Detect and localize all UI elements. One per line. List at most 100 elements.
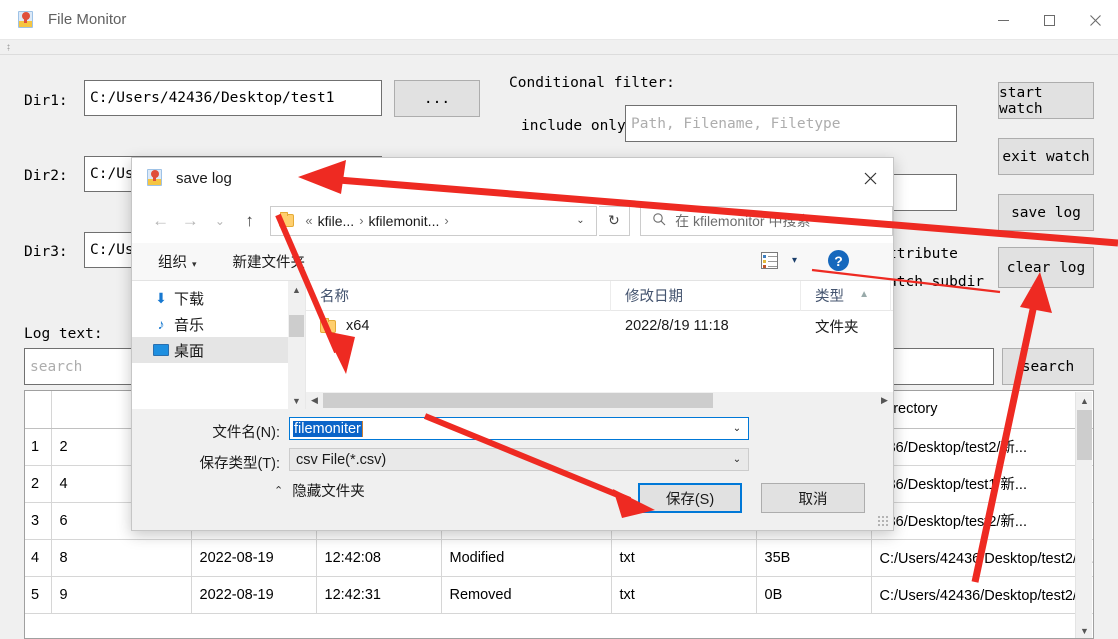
cell-directory: 436/Desktop/test2/新... bbox=[871, 428, 1093, 466]
dialog-fields: 文件名(N): filemoniter ⌄ 保存类型(T): csv File(… bbox=[132, 409, 893, 472]
breadcrumb-dropdown-icon[interactable]: ⌄ bbox=[570, 206, 592, 236]
organize-label: 组织 bbox=[158, 255, 187, 271]
toolbar-grip-icon bbox=[7, 44, 10, 51]
maximize-button[interactable] bbox=[1026, 0, 1072, 40]
hide-folders-toggle[interactable]: ⌃ 隐藏文件夹 bbox=[274, 480, 365, 501]
breadcrumb-item-2[interactable]: kfilemonit... bbox=[369, 213, 440, 229]
file-name-label: x64 bbox=[346, 318, 370, 334]
dir1-input[interactable]: C:/Users/42436/Desktop/test1 bbox=[84, 80, 382, 116]
folder-icon bbox=[320, 317, 336, 333]
log-text-label: Log text: bbox=[24, 326, 103, 342]
view-mode-selector[interactable]: ▾ bbox=[760, 252, 797, 269]
cell-type: txt bbox=[611, 576, 757, 614]
scroll-thumb[interactable] bbox=[323, 393, 713, 408]
sidebar-item-music[interactable]: ♪ 音乐 bbox=[132, 311, 305, 337]
cancel-button[interactable]: 取消 bbox=[761, 483, 865, 513]
include-only-input[interactable]: Path, Filename, Filetype bbox=[625, 105, 957, 142]
scroll-down-icon[interactable]: ▼ bbox=[288, 392, 305, 409]
dialog-search-input[interactable]: 在 kfilemonitor 中搜索 bbox=[640, 205, 894, 236]
sidebar-item-label: 桌面 bbox=[174, 342, 205, 360]
clear-log-button[interactable]: clear log bbox=[998, 247, 1094, 288]
resize-grip-icon[interactable] bbox=[877, 515, 889, 527]
exit-watch-button[interactable]: exit watch bbox=[998, 138, 1094, 175]
scroll-up-icon[interactable]: ▲ bbox=[288, 281, 305, 298]
table-corner bbox=[25, 391, 52, 429]
chevron-down-icon[interactable]: ⌄ bbox=[726, 418, 748, 439]
filetype-select[interactable]: csv File(*.csv) ⌄ bbox=[289, 448, 749, 471]
scroll-down-icon[interactable]: ▼ bbox=[1076, 622, 1093, 638]
dir1-label: Dir1: bbox=[24, 93, 68, 109]
search-button[interactable]: search bbox=[1002, 348, 1094, 385]
watch-subdir-checkbox-label: atch subdir bbox=[888, 274, 985, 290]
cell-directory: 436/Desktop/test2/新... bbox=[871, 502, 1093, 540]
folder-icon bbox=[279, 212, 295, 227]
chevron-down-icon[interactable]: ⌄ bbox=[726, 449, 748, 470]
filename-input[interactable]: filemoniter ⌄ bbox=[289, 417, 749, 440]
save-log-dialog: save log ← → ⌄ ↑ « kfile... › kfilemonit… bbox=[131, 157, 894, 531]
view-list-icon bbox=[760, 252, 778, 269]
cell-date: 2022-08-19 bbox=[191, 576, 317, 614]
cell-time: 12:42:31 bbox=[316, 576, 442, 614]
sort-ascending-icon: ▲ bbox=[859, 289, 869, 300]
table-row[interactable]: 5 9 2022-08-19 12:42:31 Removed txt 0B C… bbox=[25, 576, 1093, 614]
breadcrumb-item-1[interactable]: kfile... bbox=[318, 213, 355, 229]
chevron-down-icon[interactable]: ▾ bbox=[792, 255, 797, 266]
conditional-filter-label: Conditional filter: bbox=[509, 75, 675, 91]
sidebar-item-downloads[interactable]: ⬇ 下载 bbox=[132, 285, 305, 311]
row-number: 2 bbox=[25, 465, 52, 503]
forward-arrow-icon[interactable]: → bbox=[175, 206, 205, 236]
save-button[interactable]: 保存(S) bbox=[638, 483, 742, 513]
row-number: 1 bbox=[25, 428, 52, 466]
help-button[interactable]: ? bbox=[828, 250, 849, 271]
sidebar-item-desktop[interactable]: 桌面 bbox=[132, 337, 305, 363]
file-list-horizontal-scrollbar[interactable]: ◀ ▶ bbox=[306, 392, 893, 409]
col-name[interactable]: 名称 bbox=[306, 280, 611, 311]
cell-directory: C:/Users/42436/Desktop/test2/新 bbox=[871, 576, 1093, 614]
file-list: 名称 修改日期 类型 ▲ x64 2022/8/19 11:18 文件夹 ◀ ▶ bbox=[305, 280, 893, 409]
row-number: 3 bbox=[25, 502, 52, 540]
new-folder-button[interactable]: 新建文件夹 bbox=[233, 251, 306, 272]
cell-action: Removed bbox=[441, 576, 612, 614]
music-note-icon: ♪ bbox=[157, 316, 165, 332]
table-vertical-scrollbar[interactable]: ▲ ▼ bbox=[1075, 392, 1093, 638]
sidebar-scrollbar[interactable]: ▲ ▼ bbox=[288, 281, 305, 409]
dialog-title: save log bbox=[176, 169, 232, 187]
dir1-browse-button[interactable]: ... bbox=[394, 80, 480, 117]
dir2-label: Dir2: bbox=[24, 168, 68, 184]
recent-locations-icon[interactable]: ⌄ bbox=[205, 206, 235, 236]
minimize-button[interactable] bbox=[980, 0, 1026, 40]
col-directory[interactable]: Directory bbox=[871, 391, 1093, 429]
hide-folders-label: 隐藏文件夹 bbox=[292, 484, 365, 500]
dialog-sidebar: ⬇ 下载 ♪ 音乐 桌面 ▲ ▼ bbox=[132, 281, 305, 409]
close-button[interactable] bbox=[1072, 0, 1118, 40]
back-arrow-icon[interactable]: ← bbox=[146, 206, 176, 236]
dialog-navigation-bar: ← → ⌄ ↑ « kfile... › kfilemonit... › ⌄ ↻… bbox=[132, 198, 894, 243]
dialog-close-button[interactable] bbox=[847, 158, 893, 198]
refresh-icon[interactable]: ↻ bbox=[598, 205, 631, 236]
cell-type: txt bbox=[611, 539, 757, 577]
breadcrumb-bar[interactable]: « kfile... › kfilemonit... › ⌄ bbox=[270, 205, 597, 236]
scroll-right-icon[interactable]: ▶ bbox=[876, 392, 893, 409]
scroll-thumb[interactable] bbox=[1077, 410, 1092, 460]
scroll-thumb[interactable] bbox=[289, 315, 304, 337]
file-list-header: 名称 修改日期 类型 ▲ bbox=[306, 280, 893, 311]
row-number: 4 bbox=[25, 539, 52, 577]
organize-menu[interactable]: 组织 ▾ bbox=[158, 251, 197, 272]
dialog-command-bar: 组织 ▾ 新建文件夹 ▾ ? bbox=[132, 243, 893, 281]
chevron-up-icon: ⌃ bbox=[274, 485, 284, 497]
dialog-footer: ⌃ 隐藏文件夹 保存(S) 取消 bbox=[132, 472, 893, 530]
include-only-label: include only bbox=[521, 118, 626, 134]
col-modified-date[interactable]: 修改日期 bbox=[611, 280, 801, 311]
file-list-row[interactable]: x64 2022/8/19 11:18 文件夹 bbox=[306, 311, 893, 341]
scroll-up-icon[interactable]: ▲ bbox=[1076, 392, 1093, 409]
cell-size: 0B bbox=[756, 576, 872, 614]
start-watch-button[interactable]: start watch bbox=[998, 82, 1094, 119]
up-arrow-icon[interactable]: ↑ bbox=[235, 206, 265, 236]
file-monitor-icon bbox=[146, 169, 164, 187]
col-file-type[interactable]: 类型 bbox=[801, 280, 891, 311]
save-log-button[interactable]: save log bbox=[998, 194, 1094, 231]
file-monitor-window: File Monitor Dir1: C:/Users/42436/Deskto… bbox=[0, 0, 1118, 639]
table-row[interactable]: 4 8 2022-08-19 12:42:08 Modified txt 35B… bbox=[25, 539, 1093, 577]
scroll-left-icon[interactable]: ◀ bbox=[306, 392, 323, 409]
file-type-cell: 文件夹 bbox=[815, 319, 859, 336]
